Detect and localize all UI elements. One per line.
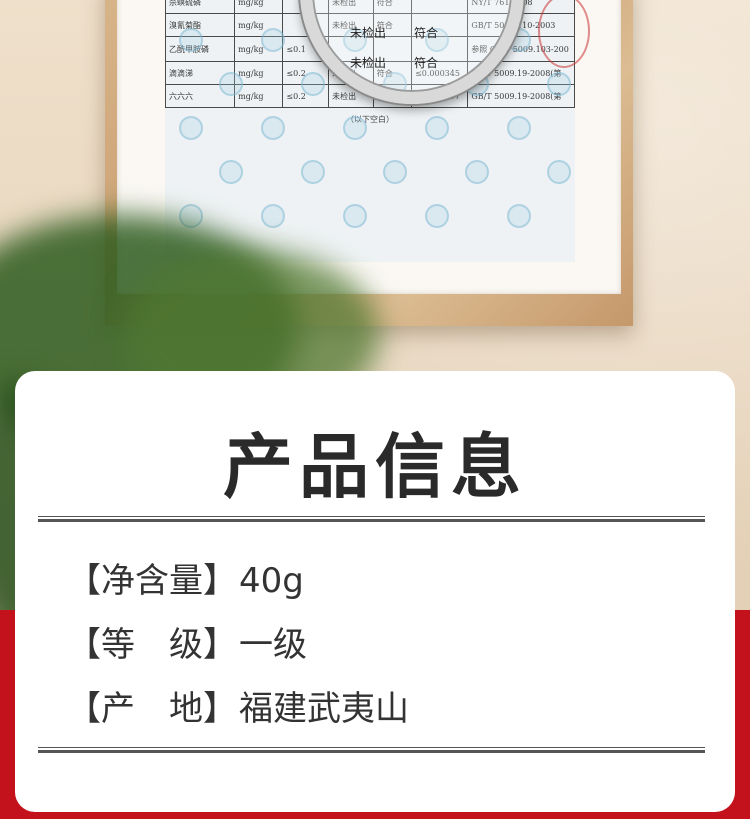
divider-top (38, 516, 705, 522)
watermark-seal-icon (179, 116, 203, 140)
info-value: 福建武夷山 (239, 689, 409, 729)
info-grade: 【等 级】一级 (67, 617, 307, 666)
report-cell: 杀螟硫磷 (165, 0, 236, 14)
product-info-card: 产品信息 【净含量】40g 【等 级】一级 【产 地】福建武夷山 (15, 371, 735, 812)
watermark-seal-icon (261, 116, 285, 140)
magnified-cell: 符合 (414, 56, 439, 70)
watermark-seal-icon (507, 116, 531, 140)
watermark-seal-icon (465, 160, 489, 184)
watermark-seal-icon (343, 116, 367, 140)
watermark-seal-icon (261, 204, 285, 228)
info-value: 40g (239, 561, 304, 601)
info-net-weight: 【净含量】40g (67, 553, 304, 602)
divider-bottom (38, 747, 705, 753)
watermark-seal-icon (301, 160, 325, 184)
info-origin: 【产 地】福建武夷山 (67, 681, 409, 730)
info-key: 【净含量】 (67, 561, 237, 601)
info-key: 【等 级】 (67, 625, 237, 665)
watermark-seal-icon (425, 204, 449, 228)
watermark-seal-icon (343, 204, 367, 228)
watermark-seal-icon (547, 160, 571, 184)
watermark-seal-icon (383, 160, 407, 184)
section-title: 产品信息 (223, 425, 527, 508)
magnified-cell: 符合 (414, 26, 439, 40)
info-key: 【产 地】 (67, 689, 237, 729)
watermark-seal-icon (219, 72, 243, 96)
magnified-cell: 未检出 (350, 56, 387, 70)
watermark-seal-icon (301, 72, 325, 96)
watermark-seal-icon (507, 204, 531, 228)
info-value: 一级 (239, 625, 307, 665)
watermark-seal-icon (547, 72, 571, 96)
magnified-cell: 未检出 (350, 26, 387, 40)
report-cell: mg/kg (234, 0, 284, 14)
watermark-seal-icon (219, 160, 243, 184)
watermark-seal-icon (425, 116, 449, 140)
watermark-seal-icon (179, 28, 203, 52)
watermark-seal-icon (261, 28, 285, 52)
